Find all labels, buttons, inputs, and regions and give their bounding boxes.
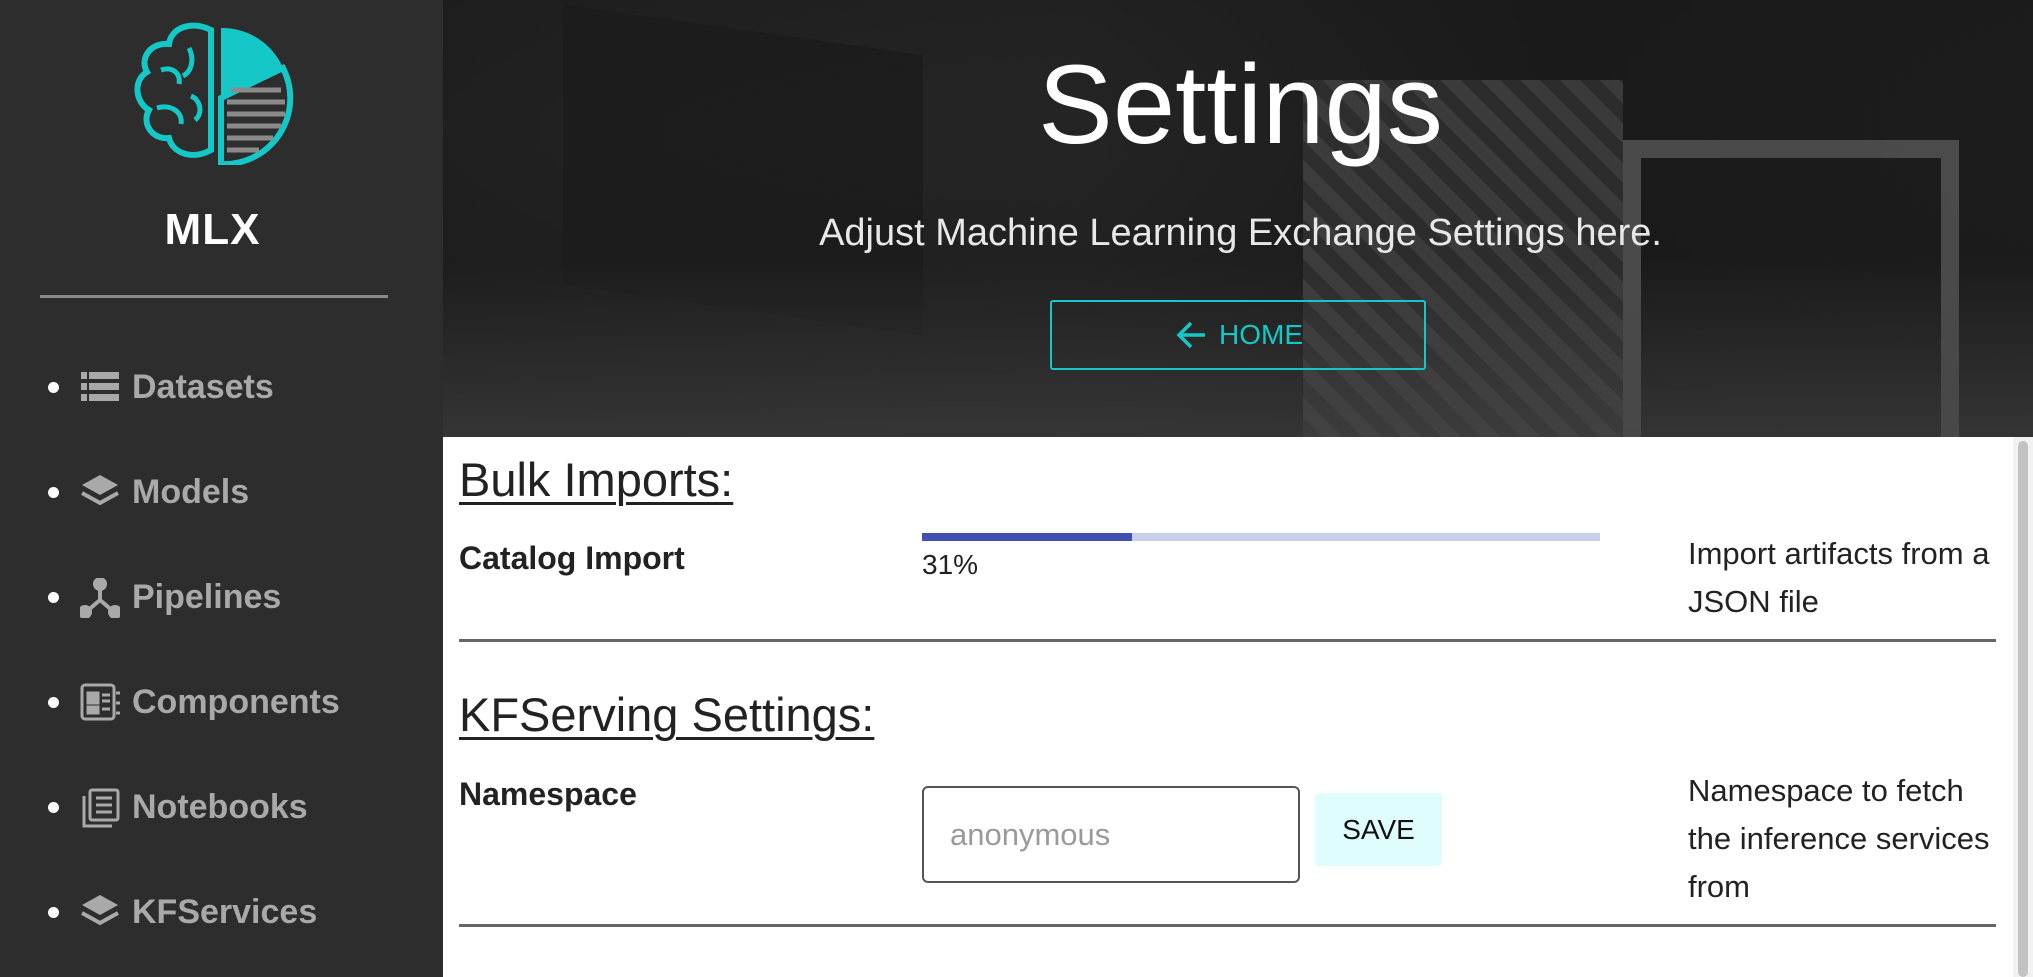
bullet [48,487,59,498]
bullet [48,592,59,603]
sidebar-item-kfservices[interactable]: KFServices [0,860,443,965]
database-list-icon [80,368,120,408]
catalog-import-progress [922,533,1600,541]
brand-divider [40,295,388,298]
section-divider [459,639,1996,642]
namespace-description: Namespace to fetch the inference service… [1688,773,1990,904]
component-panel-icon [80,683,120,723]
sidebar-item-label: Datasets [132,368,274,406]
page-title: Settings [1038,42,1443,167]
scrollbar-thumb[interactable] [2018,441,2028,977]
bullet [48,802,59,813]
sidebar-item-components[interactable]: Components [0,650,443,755]
brain-chart-logo-icon[interactable] [131,20,296,165]
sidebar-item-label: Models [132,473,250,511]
sidebar-item-models[interactable]: Models [0,440,443,545]
sidebar-item-notebooks[interactable]: Notebooks [0,755,443,860]
arrow-left-icon [1176,321,1205,349]
save-button[interactable]: SAVE [1315,793,1442,866]
sidebar-item-label: Components [132,683,340,721]
namespace-input[interactable] [922,786,1300,883]
bullet [48,697,59,708]
catalog-import-description: Import artifacts from a JSON file [1688,536,1990,619]
sidebar-item-label: KFServices [132,893,318,931]
namespace-label: Namespace [459,776,637,812]
home-button[interactable]: HOME [1050,300,1426,370]
home-button-label: HOME [1219,319,1303,350]
bullet [48,382,59,393]
section-title-bulk-imports: Bulk Imports: [459,453,734,506]
sidebar-item-label: Notebooks [132,788,308,826]
page-subtitle: Adjust Machine Learning Exchange Setting… [819,212,1662,254]
progress-fill [922,533,1133,541]
fork-icon [80,577,120,618]
brand-name: MLX [164,205,261,254]
sidebar-item-pipelines[interactable]: Pipelines [0,545,443,650]
sidebar-nav: Datasets Models Pipelines Components Not… [0,335,443,965]
bullet [48,907,59,918]
catalog-import-label: Catalog Import [459,540,685,576]
hero-banner: Settings Adjust Machine Learning Exchang… [443,0,2033,437]
sidebar-item-datasets[interactable]: Datasets [0,335,443,440]
section-title-kfserving: KFServing Settings: [459,688,875,741]
sidebar-item-label: Pipelines [132,578,282,616]
app-root: MLX Datasets Models Pipelines Components… [0,0,2033,977]
settings-content: Bulk Imports: Catalog Import 31% Import … [443,437,2033,977]
layers-icon [80,893,120,933]
progress-percent: 31% [922,549,979,580]
layers-icon [80,473,120,513]
section-divider [459,924,1996,927]
notebook-icon [80,788,120,828]
sidebar: MLX Datasets Models Pipelines Components… [0,0,443,977]
scrollbar[interactable] [2013,437,2033,977]
